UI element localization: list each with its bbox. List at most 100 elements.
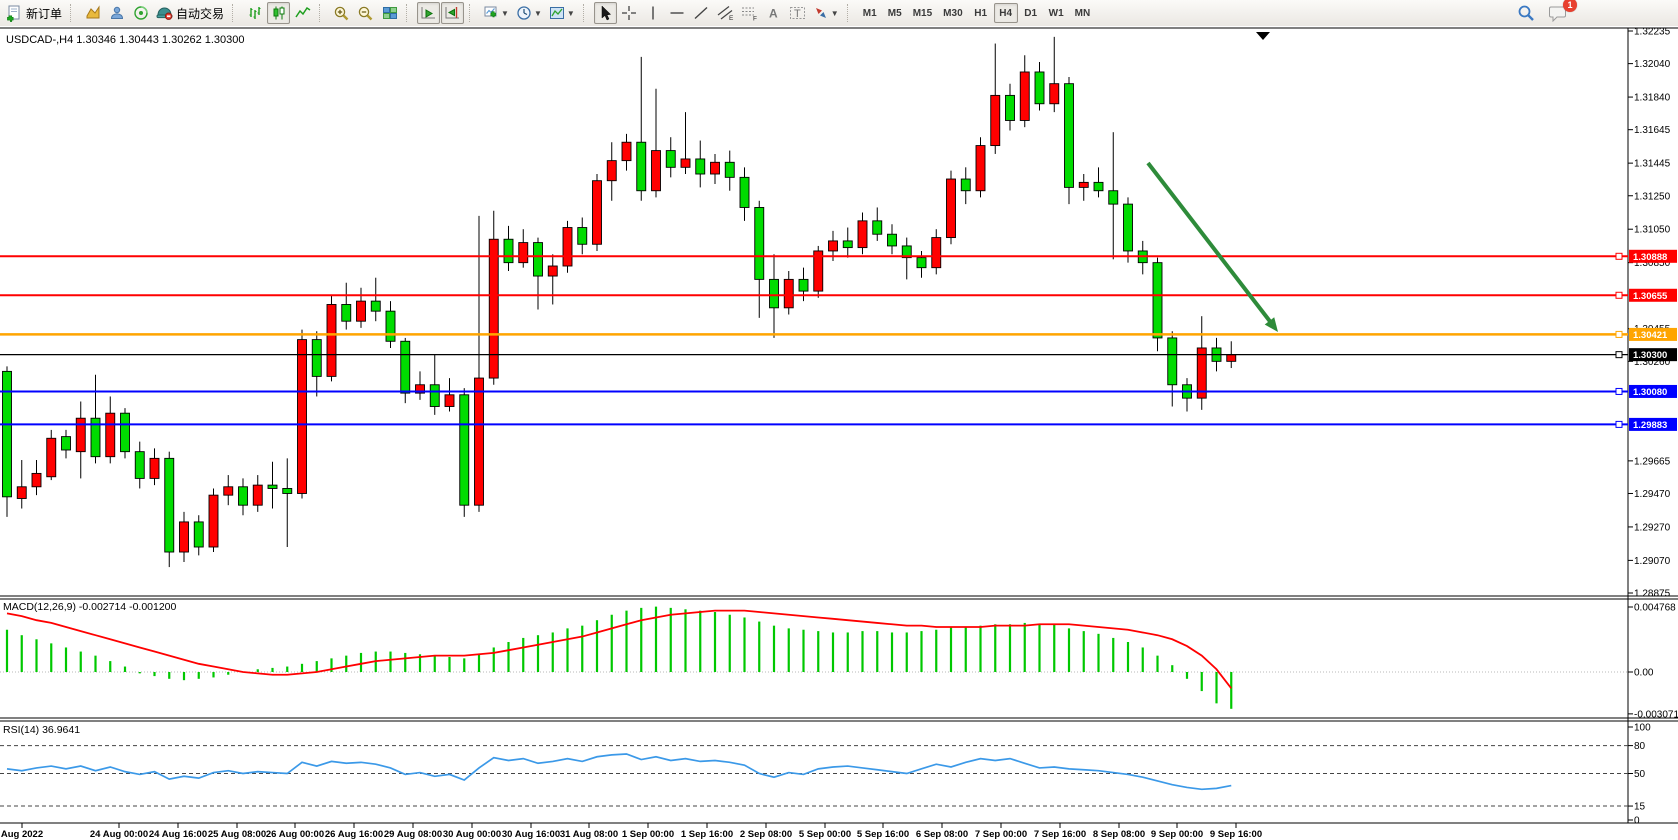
crosshair-tool-button[interactable] [618,2,641,24]
svg-text:1 Sep 16:00: 1 Sep 16:00 [681,829,733,840]
timeframe-m30[interactable]: M30 [938,3,967,23]
svg-text:1.31050: 1.31050 [1634,225,1671,236]
shift-marker-icon[interactable] [1256,32,1270,40]
auto-trading-label: 自动交易 [176,5,224,22]
candlestick-chart-type-button[interactable] [267,2,290,24]
timeframe-h1[interactable]: H1 [969,3,993,23]
tile-windows-icon [382,5,398,21]
gold-chart-icon [85,5,101,21]
templates-dropdown[interactable]: ▼ [546,2,578,24]
timeframe-w1[interactable]: W1 [1044,3,1069,23]
tile-windows-button[interactable] [378,2,401,24]
text-icon: A [766,5,781,21]
auto-trading-button[interactable]: 自动交易 [153,2,227,24]
clock-icon [516,5,532,21]
rsi-line [7,754,1231,789]
svg-text:5 Sep 16:00: 5 Sep 16:00 [857,829,909,840]
toolbar-separator [319,4,326,22]
svg-text:25 Aug 08:00: 25 Aug 08:00 [208,829,266,840]
signals-button[interactable] [129,2,152,24]
chevron-down-icon: ▼ [534,9,542,18]
timeframe-h4[interactable]: H4 [994,3,1018,23]
zoom-out-button[interactable] [354,2,377,24]
crosshair-icon [621,5,637,21]
svg-text:T: T [794,8,801,20]
search-button[interactable] [1514,2,1538,24]
svg-text:1.31840: 1.31840 [1634,93,1671,104]
svg-text:1.29665: 1.29665 [1634,456,1671,467]
time-axis[interactable]: Aug 202224 Aug 00:0024 Aug 16:0025 Aug 0… [1,823,1262,840]
fibonacci-tool-button[interactable]: F [738,2,761,24]
toolbar-separator [232,4,239,22]
cursor-tool-button[interactable] [594,2,617,24]
text-label-icon: T [789,5,806,21]
text-tool-button[interactable]: A [762,2,785,24]
arrow-objects-icon [813,5,829,21]
svg-text:A: A [769,7,778,21]
rsi-label: RSI(14) 36.9641 [3,724,80,736]
svg-text:30 Aug 00:00: 30 Aug 00:00 [443,829,501,840]
trendline-tool-button[interactable] [690,2,713,24]
trend-arrow[interactable] [1148,163,1278,332]
svg-text:80: 80 [1634,741,1646,752]
timeframe-m15[interactable]: M15 [908,3,937,23]
periods-dropdown[interactable]: ▼ [513,2,545,24]
svg-text:0: 0 [1634,816,1640,827]
level-lines[interactable]: 1.308881.306551.304211.303001.300801.298… [0,250,1677,431]
timeframe-d1[interactable]: D1 [1019,3,1043,23]
vertical-line-icon [646,5,660,21]
toolbar-separator [406,4,413,22]
notifications-button[interactable]: 1 [1546,2,1571,24]
trendline-icon [693,5,709,21]
new-order-button[interactable]: 新订单 [3,2,65,24]
line-chart-type-button[interactable] [291,2,314,24]
cursor-icon [598,5,613,21]
svg-text:2 Sep 08:00: 2 Sep 08:00 [740,829,792,840]
timeframe-mn[interactable]: MN [1070,3,1096,23]
horizontal-line-tool-button[interactable] [666,2,689,24]
svg-text:31 Aug 08:00: 31 Aug 08:00 [560,829,618,840]
market-watch-button[interactable] [81,2,104,24]
svg-text:1.28875: 1.28875 [1634,589,1671,600]
svg-text:E: E [729,15,734,21]
equidistant-channel-tool-button[interactable]: E [714,2,737,24]
new-chart-dropdown[interactable]: ▼ [480,2,512,24]
svg-text:F: F [753,16,757,22]
new-order-icon [6,5,23,22]
timeframe-m5[interactable]: M5 [883,3,907,23]
svg-text:1.30655: 1.30655 [1633,291,1668,302]
svg-text:1.31645: 1.31645 [1634,125,1671,136]
text-label-tool-button[interactable]: T [786,2,809,24]
chevron-down-icon: ▼ [567,9,575,18]
notification-badge: 1 [1563,0,1577,12]
auto-scroll-icon [420,5,437,21]
bar-chart-type-button[interactable] [243,2,266,24]
svg-text:0.004768: 0.004768 [1634,603,1676,614]
macd-signal-line [7,611,1231,689]
timeframe-m1[interactable]: M1 [858,3,882,23]
horizontal-line-icon [669,5,685,21]
chevron-down-icon: ▼ [501,9,509,18]
zoom-in-button[interactable] [330,2,353,24]
svg-text:1 Sep 00:00: 1 Sep 00:00 [622,829,674,840]
chart-canvas[interactable]: 1.322351.320401.318401.316451.314451.312… [0,26,1678,840]
chart-shift-button[interactable] [441,2,464,24]
signal-icon [133,5,149,21]
profile-icon [109,5,125,21]
auto-scroll-button[interactable] [417,2,440,24]
svg-text:24 Aug 00:00: 24 Aug 00:00 [90,829,148,840]
svg-text:1.30888: 1.30888 [1633,252,1667,263]
svg-text:1.30080: 1.30080 [1633,387,1667,398]
svg-text:1.30300: 1.30300 [1633,350,1667,361]
new-order-label: 新订单 [26,5,62,22]
svg-text:8 Sep 08:00: 8 Sep 08:00 [1093,829,1145,840]
search-icon [1517,4,1535,22]
chart-shift-icon [444,5,461,21]
svg-text:29 Aug 08:00: 29 Aug 08:00 [384,829,442,840]
candlestick-series [3,37,1236,567]
profile-button[interactable] [105,2,128,24]
rsi-level-lines [0,746,1628,806]
arrows-tool-dropdown[interactable]: ▼ [810,2,842,24]
toolbar-separator [469,4,476,22]
vertical-line-tool-button[interactable] [642,2,665,24]
